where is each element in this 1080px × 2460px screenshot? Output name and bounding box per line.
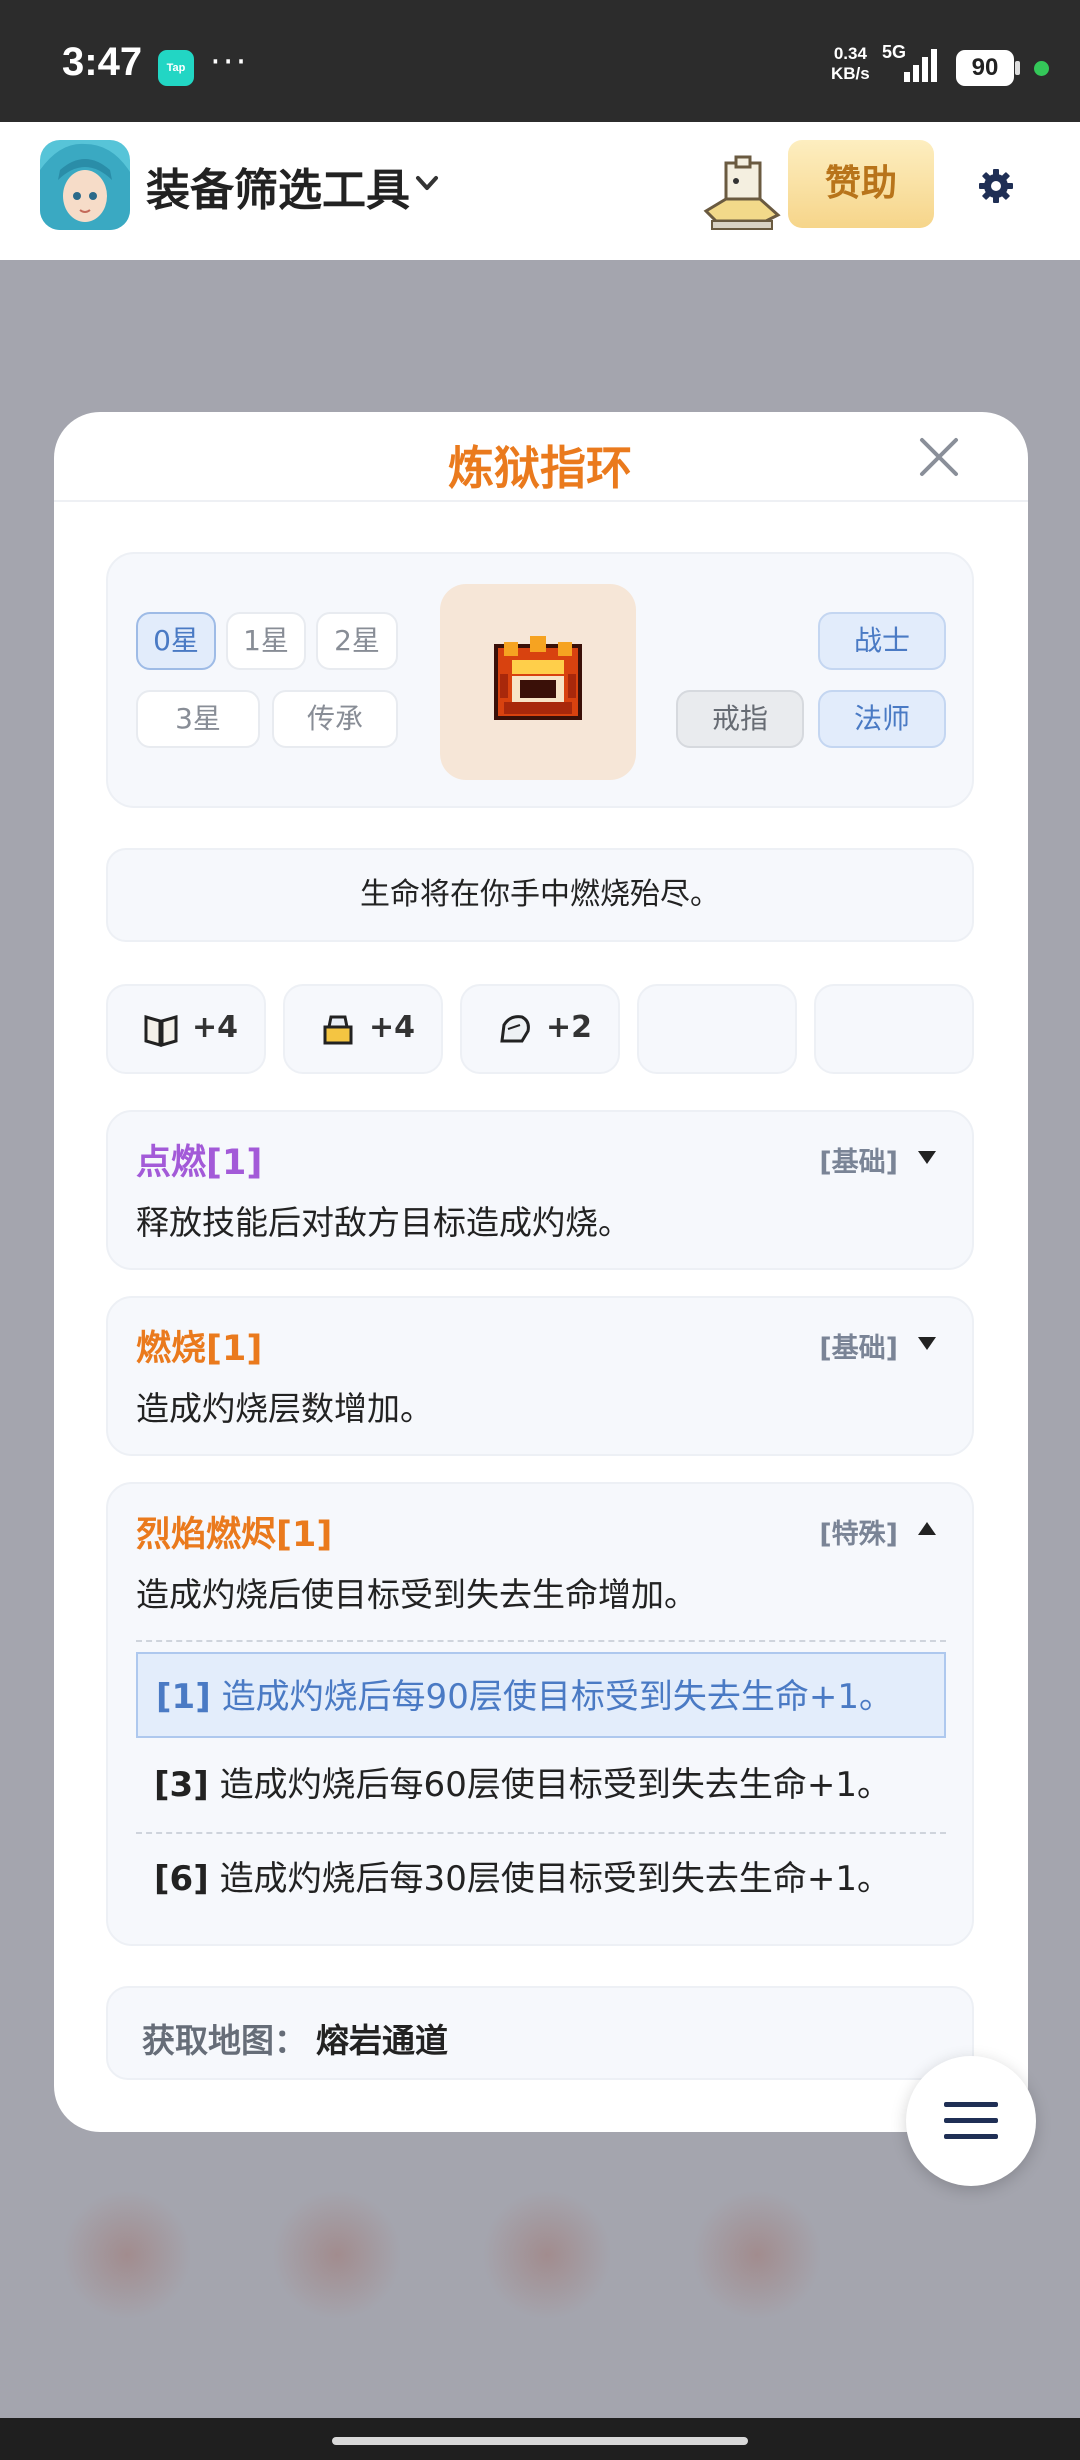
caret-up-icon[interactable] (916, 1520, 938, 1538)
stat-value: +4 (192, 1010, 239, 1045)
skill-description: 释放技能后对敌方目标造成灼烧。 (136, 1203, 631, 1242)
battery-indicator: 90 (956, 50, 1014, 86)
home-indicator[interactable] (332, 2437, 748, 2445)
skill-card[interactable]: 点燃[1] [基础] 释放技能后对敌方目标造成灼烧。 (106, 1110, 974, 1270)
glove-icon (500, 1015, 530, 1043)
skill-level-number: [3] (154, 1765, 209, 1805)
skill-tag: [基础] (819, 1147, 898, 1178)
net-speed: 0.34 KB/s (831, 44, 870, 84)
background-item (62, 2190, 192, 2320)
skill-level-text: 造成灼烧后每30层使目标受到失去生命+1。 (219, 1859, 891, 1899)
menu-button[interactable] (906, 2056, 1036, 2186)
status-time: 3:47 (62, 40, 143, 84)
skill-card[interactable]: 燃烧[1] [基础] 造成灼烧层数增加。 (106, 1296, 974, 1456)
map-label: 获取地图： (142, 2021, 307, 2060)
mascot-icon (703, 155, 781, 230)
chevron-down-icon[interactable] (412, 168, 442, 198)
stat-value: +2 (546, 1010, 593, 1045)
class-tag-warrior[interactable]: 战士 (818, 612, 946, 670)
skill-description: 造成灼烧后使目标受到失去生命增加。 (136, 1575, 697, 1614)
skill-level-text: 造成灼烧后每90层使目标受到失去生命+1。 (221, 1677, 893, 1717)
app-title[interactable]: 装备筛选工具 (146, 154, 410, 218)
skill-name: 烈焰燃烬[1] (136, 1515, 333, 1555)
divider (136, 1640, 946, 1642)
caret-down-icon[interactable] (916, 1334, 938, 1352)
skill-card-expanded[interactable]: 烈焰燃烬[1] [特殊] 造成灼烧后使目标受到失去生命增加。 [1] 造成灼烧后… (106, 1482, 974, 1946)
net-speed-value: 0.34 (833, 44, 867, 63)
skill-level-number: [1] (156, 1677, 211, 1717)
class-tag-mage[interactable]: 法师 (818, 690, 946, 748)
background-list (0, 2150, 1080, 2420)
obtain-map-row: 获取地图： 熔岩通道 (106, 1986, 974, 2080)
close-icon[interactable] (916, 434, 962, 480)
skill-description: 造成灼烧层数增加。 (136, 1389, 433, 1428)
privacy-dot-icon (1034, 61, 1049, 76)
book-icon (144, 1015, 178, 1047)
skill-level-number: [6] (154, 1859, 209, 1899)
skill-level-row[interactable]: [3] 造成灼烧后每60层使目标受到失去生命+1。 (136, 1742, 946, 1828)
map-value[interactable]: 熔岩通道 (316, 2014, 448, 2062)
skill-name: 点燃[1] (136, 1143, 263, 1183)
skill-tag: [特殊] (819, 1519, 898, 1550)
background-item (272, 2190, 402, 2320)
signal-icon (904, 49, 937, 82)
type-tag-ring[interactable]: 戒指 (676, 690, 804, 748)
armor-icon (323, 1015, 353, 1045)
app-avatar[interactable] (40, 140, 130, 230)
star-option-0[interactable]: 0星 (136, 612, 216, 670)
stat-value: +4 (369, 1010, 416, 1045)
skill-name: 燃烧[1] (136, 1329, 263, 1369)
divider (54, 500, 1028, 502)
star-option-1[interactable]: 1星 (226, 612, 306, 670)
stat-slot: +4 (106, 984, 266, 1074)
sponsor-button[interactable]: 赞助 (788, 140, 934, 228)
stat-slot-empty (814, 984, 974, 1074)
battery-cap (1015, 61, 1020, 75)
skill-level-row[interactable]: [6] 造成灼烧后每30层使目标受到失去生命+1。 (136, 1836, 946, 1922)
skill-tag: [基础] (819, 1333, 898, 1364)
status-bar: 3:47 Tap ··· 0.34 KB/s 5G 90 (0, 0, 1080, 122)
tap-app-icon: Tap (158, 50, 194, 86)
divider (136, 1832, 946, 1834)
net-speed-unit: KB/s (831, 64, 870, 83)
item-image (440, 584, 636, 780)
ring-icon (494, 636, 582, 720)
stat-slot: +2 (460, 984, 620, 1074)
skill-level-text: 造成灼烧后每60层使目标受到失去生命+1。 (219, 1765, 891, 1805)
gear-icon[interactable] (976, 166, 1016, 206)
stat-slot: +4 (283, 984, 443, 1074)
hamburger-menu-icon (944, 2102, 998, 2139)
star-option-inherit[interactable]: 传承 (272, 690, 398, 748)
background-item (482, 2190, 612, 2320)
caret-down-icon[interactable] (916, 1148, 938, 1166)
more-notifications-icon: ··· (210, 42, 249, 82)
star-option-2[interactable]: 2星 (316, 612, 398, 670)
star-option-3[interactable]: 3星 (136, 690, 260, 748)
item-description: 生命将在你手中燃烧殆尽。 (106, 848, 974, 942)
stat-slot-empty (637, 984, 797, 1074)
background-item (692, 2190, 822, 2320)
skill-level-row[interactable]: [1] 造成灼烧后每90层使目标受到失去生命+1。 (136, 1652, 946, 1738)
